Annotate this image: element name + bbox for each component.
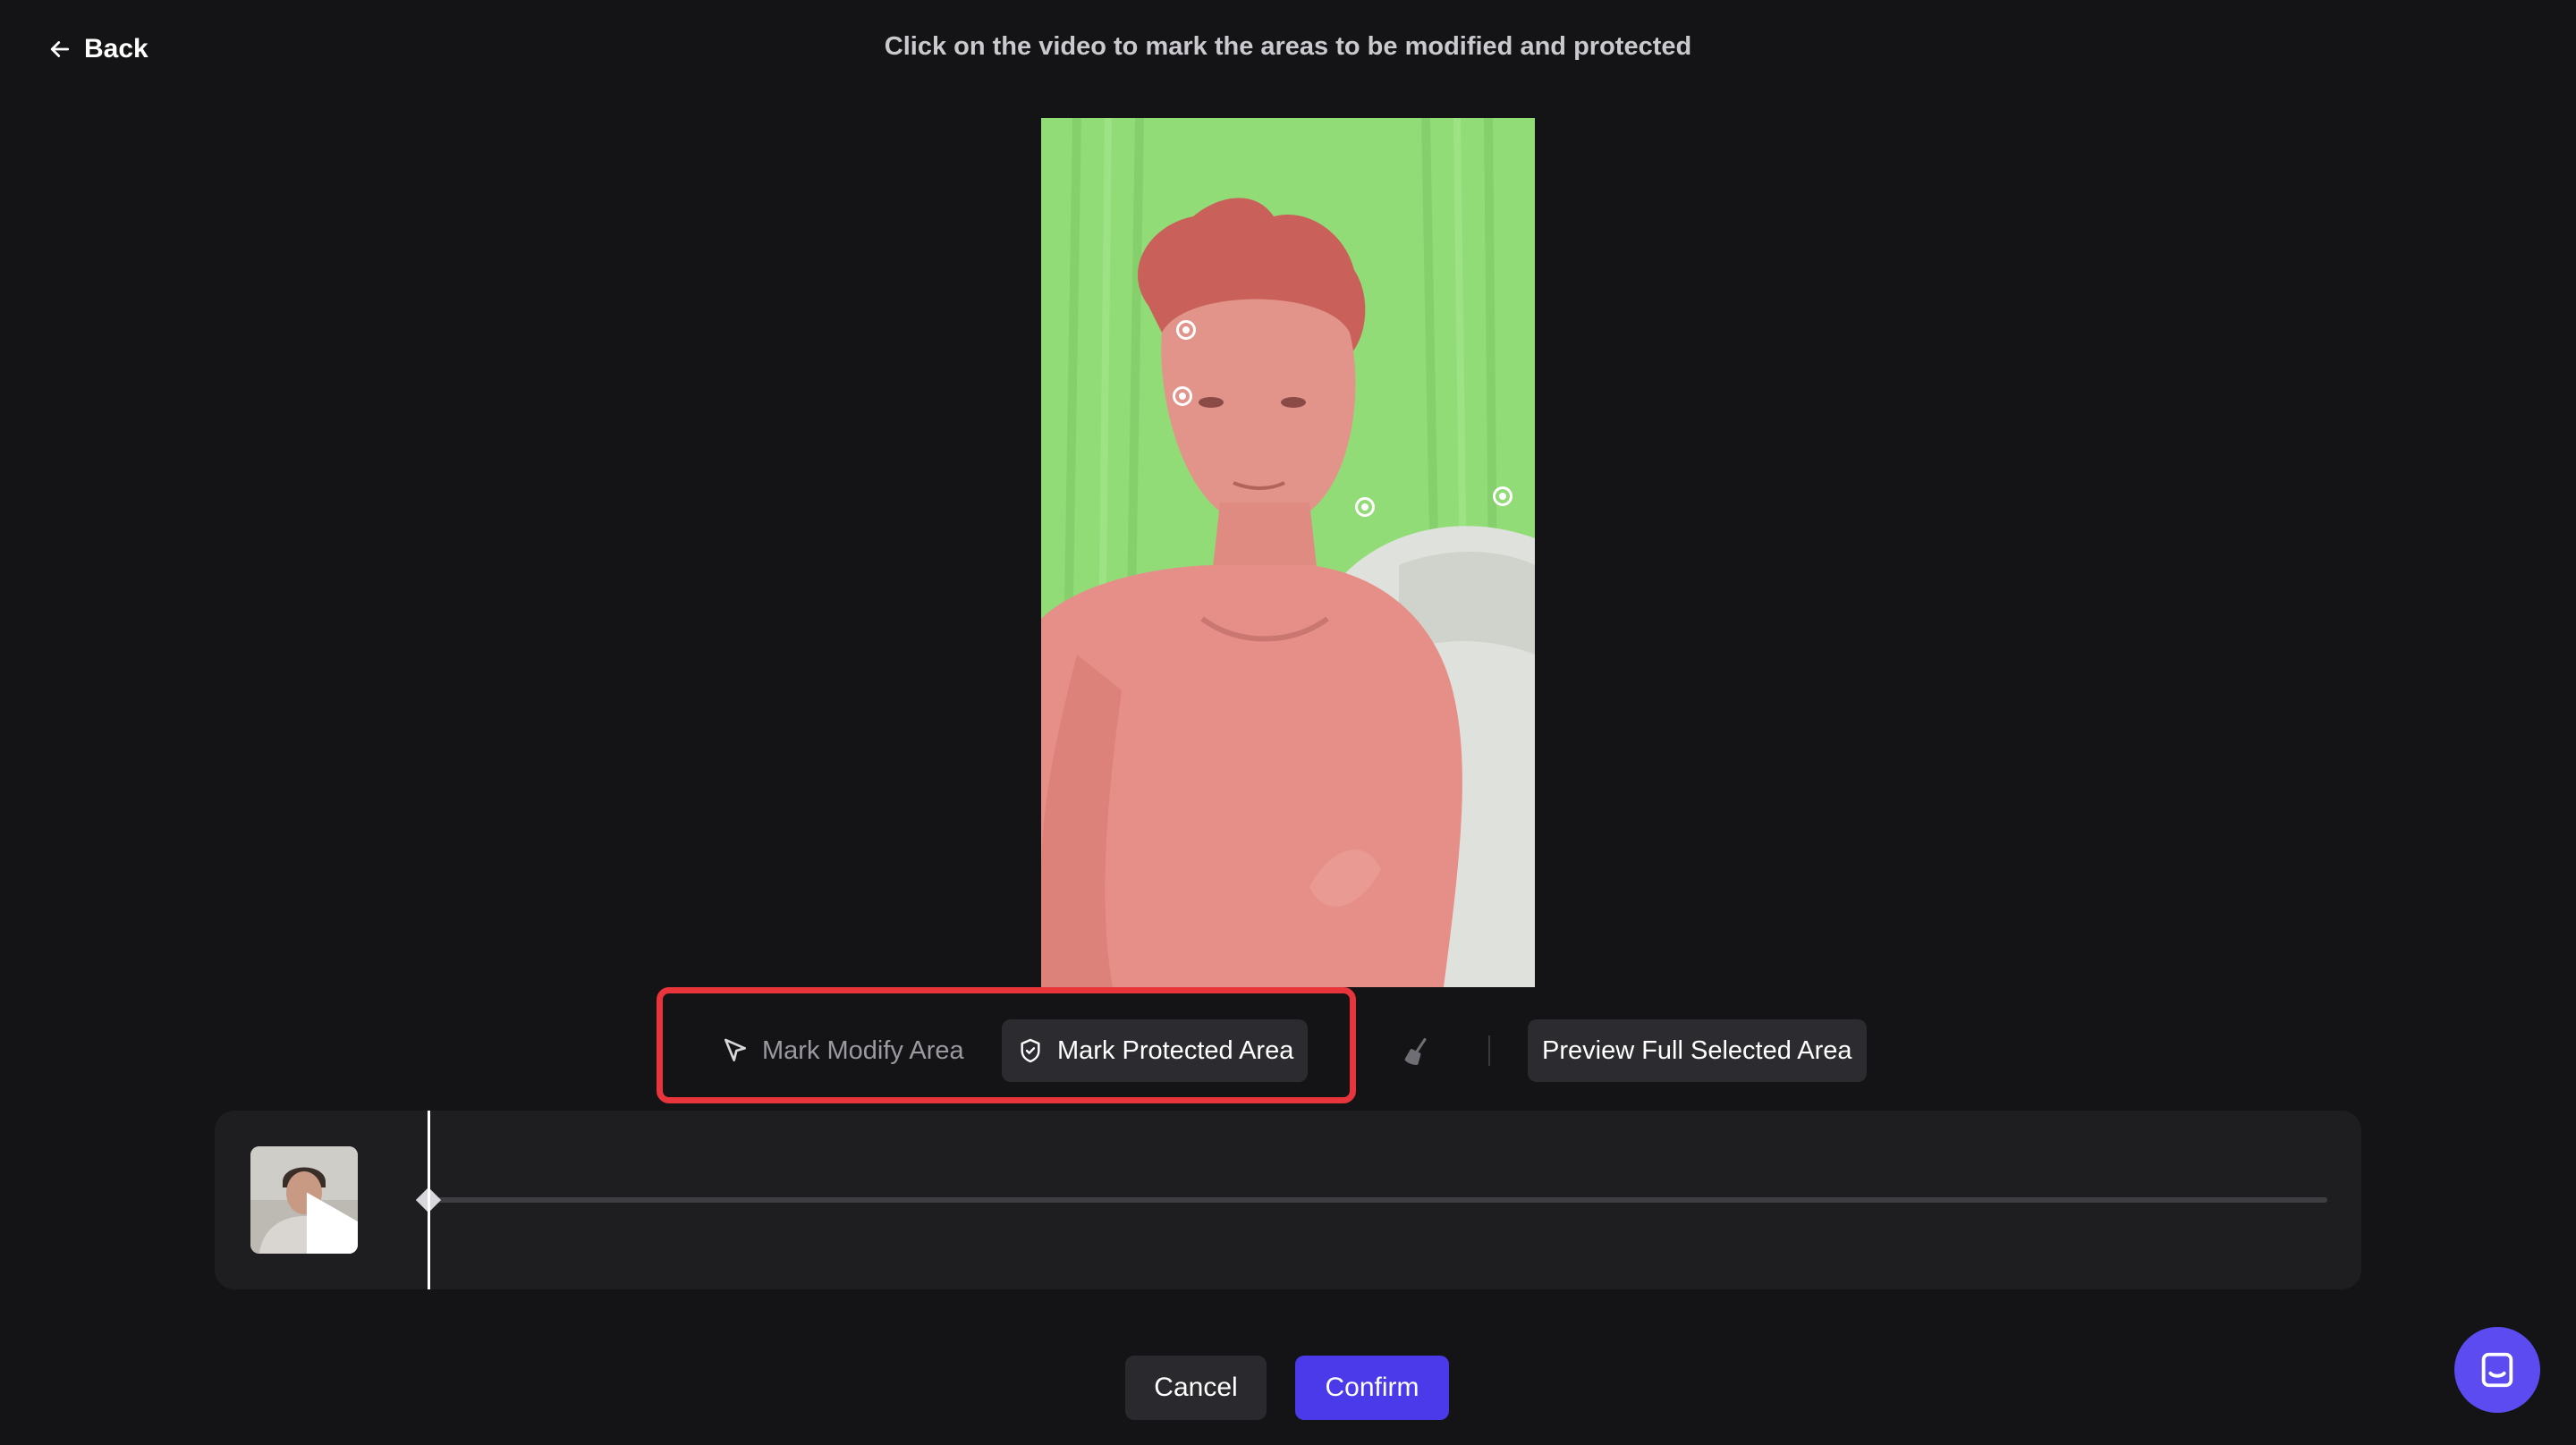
- instruction-text: Click on the video to mark the areas to …: [884, 32, 1692, 61]
- mark-modify-area-button[interactable]: Mark Modify Area: [707, 1019, 979, 1082]
- marker-point[interactable]: [1355, 497, 1375, 517]
- marker-point[interactable]: [1173, 386, 1192, 406]
- confirm-button[interactable]: Confirm: [1295, 1356, 1449, 1420]
- playhead[interactable]: [428, 1111, 430, 1289]
- timeline-track[interactable]: [429, 1197, 2327, 1203]
- chat-icon: [2481, 1352, 2513, 1388]
- play-icon[interactable]: [290, 1184, 358, 1254]
- marker-point[interactable]: [1493, 486, 1513, 506]
- preview-full-selected-area-button[interactable]: Preview Full Selected Area: [1528, 1019, 1867, 1082]
- preview-label: Preview Full Selected Area: [1542, 1035, 1852, 1065]
- mark-protected-label: Mark Protected Area: [1057, 1035, 1294, 1065]
- chat-launcher-button[interactable]: [2454, 1327, 2540, 1413]
- cursor-arrow-icon: [724, 1038, 746, 1061]
- timeline-panel: [215, 1111, 2361, 1289]
- video-preview[interactable]: [1041, 118, 1535, 987]
- marker-point[interactable]: [1176, 320, 1196, 340]
- cancel-button[interactable]: Cancel: [1125, 1356, 1267, 1420]
- shield-check-icon: [1021, 1038, 1040, 1063]
- broom-icon[interactable]: [1401, 1035, 1433, 1068]
- video-thumbnail[interactable]: [250, 1146, 358, 1254]
- toolbar-divider: [1488, 1035, 1490, 1066]
- mark-modify-label: Mark Modify Area: [762, 1035, 964, 1065]
- video-frame: [1041, 118, 1535, 987]
- mark-protected-area-button[interactable]: Mark Protected Area: [1002, 1019, 1309, 1082]
